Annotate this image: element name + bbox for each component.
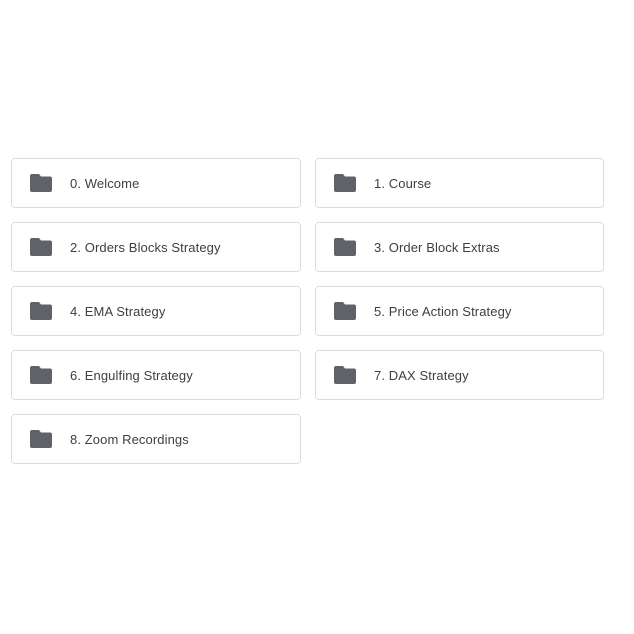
folder-item-dax-strategy[interactable]: 7. DAX Strategy: [315, 350, 604, 400]
folder-item-price-action-strategy[interactable]: 5. Price Action Strategy: [315, 286, 604, 336]
folder-label: 7. DAX Strategy: [374, 367, 469, 383]
folder-icon: [30, 366, 52, 384]
folder-label: 5. Price Action Strategy: [374, 303, 512, 319]
folder-item-ema-strategy[interactable]: 4. EMA Strategy: [11, 286, 301, 336]
folder-icon: [30, 238, 52, 256]
folder-label: 4. EMA Strategy: [70, 303, 166, 319]
folder-label: 2. Orders Blocks Strategy: [70, 239, 221, 255]
folder-item-welcome[interactable]: 0. Welcome: [11, 158, 301, 208]
folder-label: 8. Zoom Recordings: [70, 431, 189, 447]
folder-item-order-block-extras[interactable]: 3. Order Block Extras: [315, 222, 604, 272]
folder-icon: [334, 366, 356, 384]
folder-icon: [30, 302, 52, 320]
folder-label: 0. Welcome: [70, 175, 140, 191]
folder-item-course[interactable]: 1. Course: [315, 158, 604, 208]
folder-icon: [30, 174, 52, 192]
folder-icon: [334, 302, 356, 320]
folder-label: 6. Engulfing Strategy: [70, 367, 193, 383]
folder-grid: 0. Welcome 1. Course 2. Orders Blocks St…: [11, 158, 604, 464]
folder-icon: [334, 238, 356, 256]
folder-icon: [30, 430, 52, 448]
folder-label: 3. Order Block Extras: [374, 239, 500, 255]
folder-item-engulfing-strategy[interactable]: 6. Engulfing Strategy: [11, 350, 301, 400]
folder-item-zoom-recordings[interactable]: 8. Zoom Recordings: [11, 414, 301, 464]
folder-icon: [334, 174, 356, 192]
folder-label: 1. Course: [374, 175, 432, 191]
folder-item-orders-blocks-strategy[interactable]: 2. Orders Blocks Strategy: [11, 222, 301, 272]
